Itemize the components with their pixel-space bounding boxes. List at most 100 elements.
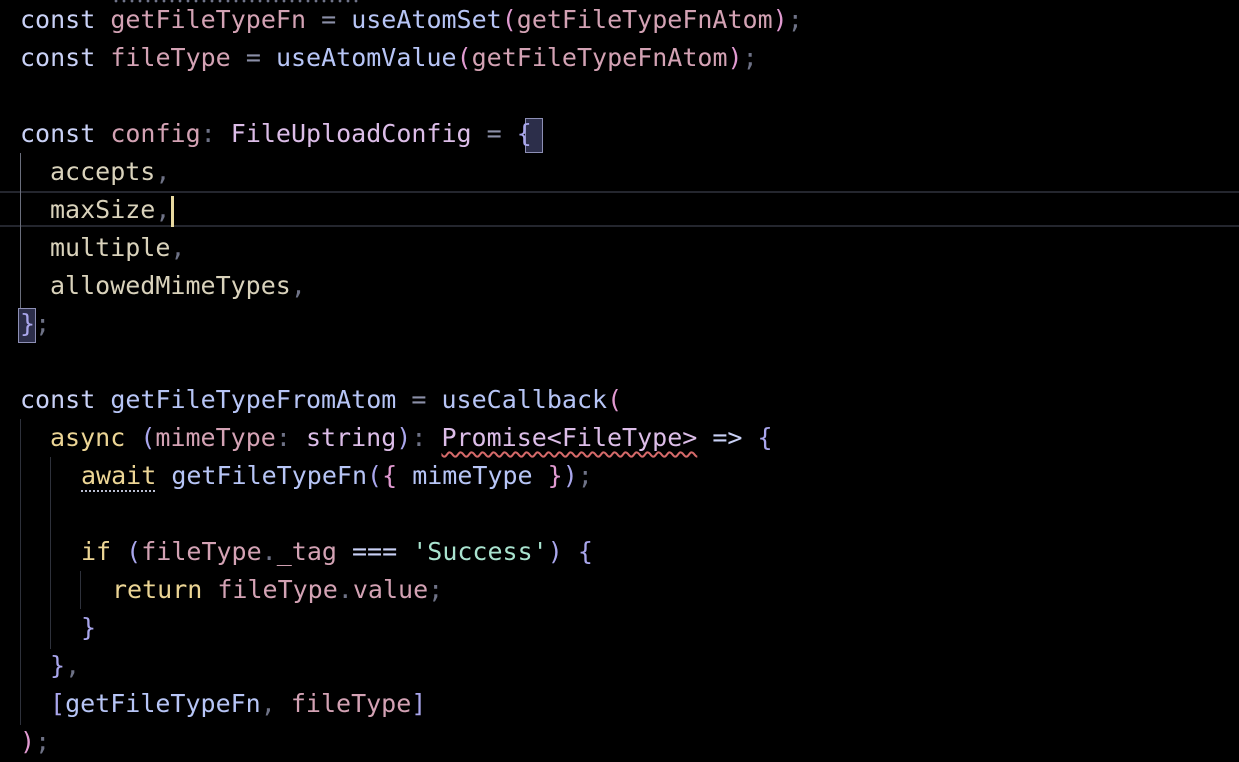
function-call: getFileTypeFn — [171, 461, 367, 490]
code-line[interactable]: const fileType = useAtomValue(getFileTyp… — [20, 39, 758, 77]
punctuation: , — [290, 271, 306, 300]
code-line[interactable]: const config: FileUploadConfig = { — [20, 115, 532, 153]
code-line[interactable]: async (mimeType: string): Promise<FileTy… — [50, 419, 773, 457]
code-line[interactable]: }; — [20, 305, 50, 343]
code-line[interactable]: ); — [20, 723, 50, 761]
code-line[interactable]: await getFileTypeFn({ mimeType }); — [81, 457, 593, 495]
code-line[interactable]: maxSize, — [50, 191, 170, 229]
paren: ) — [772, 5, 788, 34]
identifier: fileType — [110, 43, 231, 72]
brace: } — [20, 309, 36, 338]
paren: ( — [456, 43, 472, 72]
code-line[interactable]: const getFileTypeFn = useAtomSet(getFile… — [20, 1, 803, 39]
bracket: [ — [50, 689, 66, 718]
paren: ) — [396, 423, 412, 452]
bracket: ] — [411, 689, 427, 718]
keyword: if — [81, 537, 112, 566]
keyword: return — [112, 575, 203, 604]
current-line-highlight — [0, 191, 1239, 227]
property: value — [352, 575, 429, 604]
paren: ) — [562, 461, 578, 490]
punctuation: ; — [428, 575, 444, 604]
keyword: const — [20, 385, 96, 414]
identifier: fileType — [141, 537, 262, 566]
brace: { — [577, 537, 593, 566]
brace: { — [757, 423, 773, 452]
punctuation: ; — [35, 309, 51, 338]
paren: ) — [20, 727, 36, 756]
property: _tag — [276, 537, 337, 566]
operator: = — [486, 119, 502, 148]
paren: ( — [607, 385, 623, 414]
paren: ) — [727, 43, 743, 72]
punctuation: ; — [577, 461, 593, 490]
identifier: getFileTypeFn — [65, 689, 261, 718]
function-call: useAtomSet — [351, 5, 502, 34]
property: maxSize — [50, 195, 156, 224]
punctuation: , — [170, 233, 186, 262]
paren: ) — [547, 537, 563, 566]
indent-guide — [50, 457, 51, 649]
punctuation: , — [155, 157, 171, 186]
function-call: useAtomValue — [275, 43, 457, 72]
code-line[interactable]: accepts, — [50, 153, 170, 191]
code-line[interactable]: }, — [50, 647, 80, 685]
punctuation: . — [337, 575, 353, 604]
paren: ( — [501, 5, 517, 34]
brace: { — [516, 119, 532, 148]
punctuation: . — [261, 537, 277, 566]
keyword: const — [20, 5, 96, 34]
identifier: mimeType — [412, 461, 533, 490]
punctuation: : — [200, 119, 216, 148]
operator: = — [411, 385, 427, 414]
paren: ( — [126, 537, 142, 566]
indent-guide — [20, 419, 21, 725]
type-annotation: string — [305, 423, 397, 452]
code-line[interactable]: return fileType.value; — [112, 571, 443, 609]
keyword-await-hint[interactable]: await — [81, 461, 156, 490]
code-line[interactable]: [getFileTypeFn, fileType] — [50, 685, 426, 723]
punctuation: ; — [35, 727, 51, 756]
keyword: const — [20, 43, 96, 72]
operator: === — [352, 537, 398, 566]
code-editor[interactable]: const getFileTypeFn = useAtomSet(getFile… — [0, 0, 1239, 762]
punctuation: ; — [742, 43, 758, 72]
code-line[interactable]: } — [81, 609, 96, 647]
operator: = — [321, 5, 337, 34]
identifier: getFileTypeFnAtom — [516, 5, 773, 34]
parameter: mimeType — [155, 423, 276, 452]
keyword: async — [50, 423, 126, 452]
type-annotation: FileUploadConfig — [230, 119, 472, 148]
operator: => — [712, 423, 743, 452]
code-line[interactable]: allowedMimeTypes, — [50, 267, 306, 305]
brace: } — [50, 651, 66, 680]
punctuation: : — [411, 423, 427, 452]
property: multiple — [50, 233, 171, 262]
code-line[interactable]: multiple, — [50, 229, 185, 267]
identifier: getFileTypeFromAtom — [110, 385, 397, 414]
function-call: useCallback — [441, 385, 608, 414]
brace: { — [382, 461, 398, 490]
punctuation: ; — [787, 5, 803, 34]
keyword: const — [20, 119, 96, 148]
identifier: config — [110, 119, 201, 148]
identifier: getFileTypeFn — [110, 5, 306, 34]
punctuation: : — [275, 423, 291, 452]
paren: ( — [140, 423, 156, 452]
string-literal: 'Success' — [412, 537, 548, 566]
property: accepts — [50, 157, 156, 186]
brace: } — [547, 461, 563, 490]
code-line[interactable]: if (fileType._tag === 'Success') { — [81, 533, 593, 571]
punctuation: , — [155, 195, 171, 224]
paren: ( — [367, 461, 383, 490]
identifier: fileType — [217, 575, 338, 604]
identifier: getFileTypeFnAtom — [471, 43, 728, 72]
type-error-squiggle[interactable]: Promise<FileType> — [441, 423, 697, 452]
punctuation: , — [65, 651, 81, 680]
indent-guide — [20, 153, 21, 309]
punctuation: , — [260, 689, 276, 718]
code-line[interactable]: const getFileTypeFromAtom = useCallback( — [20, 381, 622, 419]
operator: = — [245, 43, 261, 72]
property: allowedMimeTypes — [50, 271, 291, 300]
indent-guide — [80, 571, 81, 609]
